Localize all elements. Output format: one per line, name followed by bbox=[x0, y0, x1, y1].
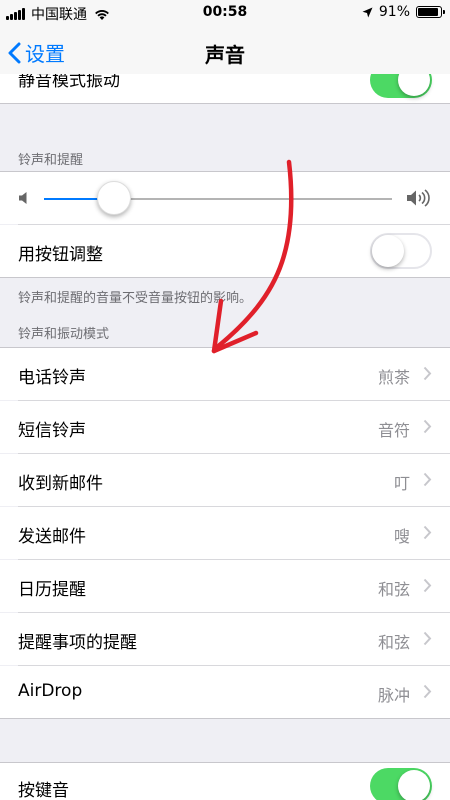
battery-fill bbox=[418, 8, 439, 16]
sound-row-calendar-alerts[interactable]: 日历提醒 和弦 bbox=[0, 560, 450, 612]
row-label: 日历提醒 bbox=[18, 580, 86, 600]
ringer-section-header: 铃声和提醒 bbox=[18, 153, 84, 168]
silent-vibrate-label: 静音模式振动 bbox=[18, 74, 120, 91]
row-label: 收到新邮件 bbox=[18, 474, 103, 494]
row-value: 和弦 bbox=[377, 633, 410, 652]
row-label: 电话铃声 bbox=[18, 368, 86, 388]
volume-slider-track[interactable] bbox=[113, 198, 392, 200]
chevron-right-icon bbox=[423, 684, 432, 699]
status-bar: 中国联通 00:58 91% bbox=[0, 0, 450, 26]
row-value: 煎茶 bbox=[377, 368, 410, 387]
toggle-knob bbox=[398, 770, 430, 800]
sound-row-text-tone[interactable]: 短信铃声 音符 bbox=[0, 401, 450, 453]
keyboard-clicks-toggle[interactable] bbox=[370, 768, 432, 800]
status-right: 91% bbox=[362, 4, 445, 20]
chevron-right-icon bbox=[423, 419, 432, 434]
patterns-section-header: 铃声和振动模式 bbox=[18, 327, 110, 342]
row-label: 发送邮件 bbox=[18, 527, 86, 547]
sound-row-ringtone[interactable]: 电话铃声 煎茶 bbox=[0, 348, 450, 400]
row-label: 提醒事项的提醒 bbox=[18, 633, 137, 653]
sound-row-airdrop[interactable]: AirDrop 脉冲 bbox=[0, 666, 450, 718]
location-arrow-icon bbox=[362, 7, 373, 17]
change-with-buttons-label: 用按钮调整 bbox=[18, 245, 103, 265]
change-with-buttons-toggle[interactable] bbox=[370, 233, 432, 269]
toggle-knob bbox=[398, 74, 430, 96]
page-title: 声音 bbox=[205, 43, 245, 67]
navigation-bar: 设置 声音 bbox=[0, 26, 450, 74]
keyboard-clicks-row: 按键音 bbox=[0, 763, 450, 800]
battery-percent: 91% bbox=[378, 4, 410, 20]
battery-icon bbox=[416, 6, 445, 18]
row-value: 音符 bbox=[377, 421, 410, 440]
silent-vibrate-toggle[interactable] bbox=[370, 74, 432, 98]
chevron-right-icon bbox=[423, 472, 432, 487]
sound-row-new-mail[interactable]: 收到新邮件 叮 bbox=[0, 454, 450, 506]
divider bbox=[0, 718, 450, 719]
row-value: 脉冲 bbox=[377, 686, 410, 705]
volume-slider-thumb[interactable] bbox=[96, 181, 131, 215]
sound-row-sent-mail[interactable]: 发送邮件 嗖 bbox=[0, 507, 450, 559]
chevron-right-icon bbox=[423, 578, 432, 593]
row-value: 和弦 bbox=[377, 580, 410, 599]
divider bbox=[0, 103, 450, 104]
toggle-knob bbox=[372, 235, 404, 267]
chevron-right-icon bbox=[423, 525, 432, 540]
row-value: 嗖 bbox=[393, 527, 410, 546]
row-label: 短信铃声 bbox=[18, 421, 86, 441]
change-with-buttons-row: 用按钮调整 bbox=[0, 225, 450, 277]
chevron-right-icon bbox=[423, 366, 432, 381]
volume-low-icon bbox=[19, 192, 27, 204]
ringer-section-footer: 铃声和提醒的音量不受音量按钮的影响。 bbox=[18, 291, 253, 306]
row-value: 叮 bbox=[393, 474, 410, 493]
chevron-right-icon bbox=[423, 631, 432, 646]
silent-vibrate-row: 静音模式振动 bbox=[0, 74, 450, 104]
divider bbox=[0, 277, 450, 278]
row-label: AirDrop bbox=[18, 681, 83, 701]
volume-high-icon bbox=[407, 189, 430, 207]
keyboard-clicks-label: 按键音 bbox=[18, 781, 69, 800]
sound-row-reminder-alerts[interactable]: 提醒事项的提醒 和弦 bbox=[0, 613, 450, 665]
